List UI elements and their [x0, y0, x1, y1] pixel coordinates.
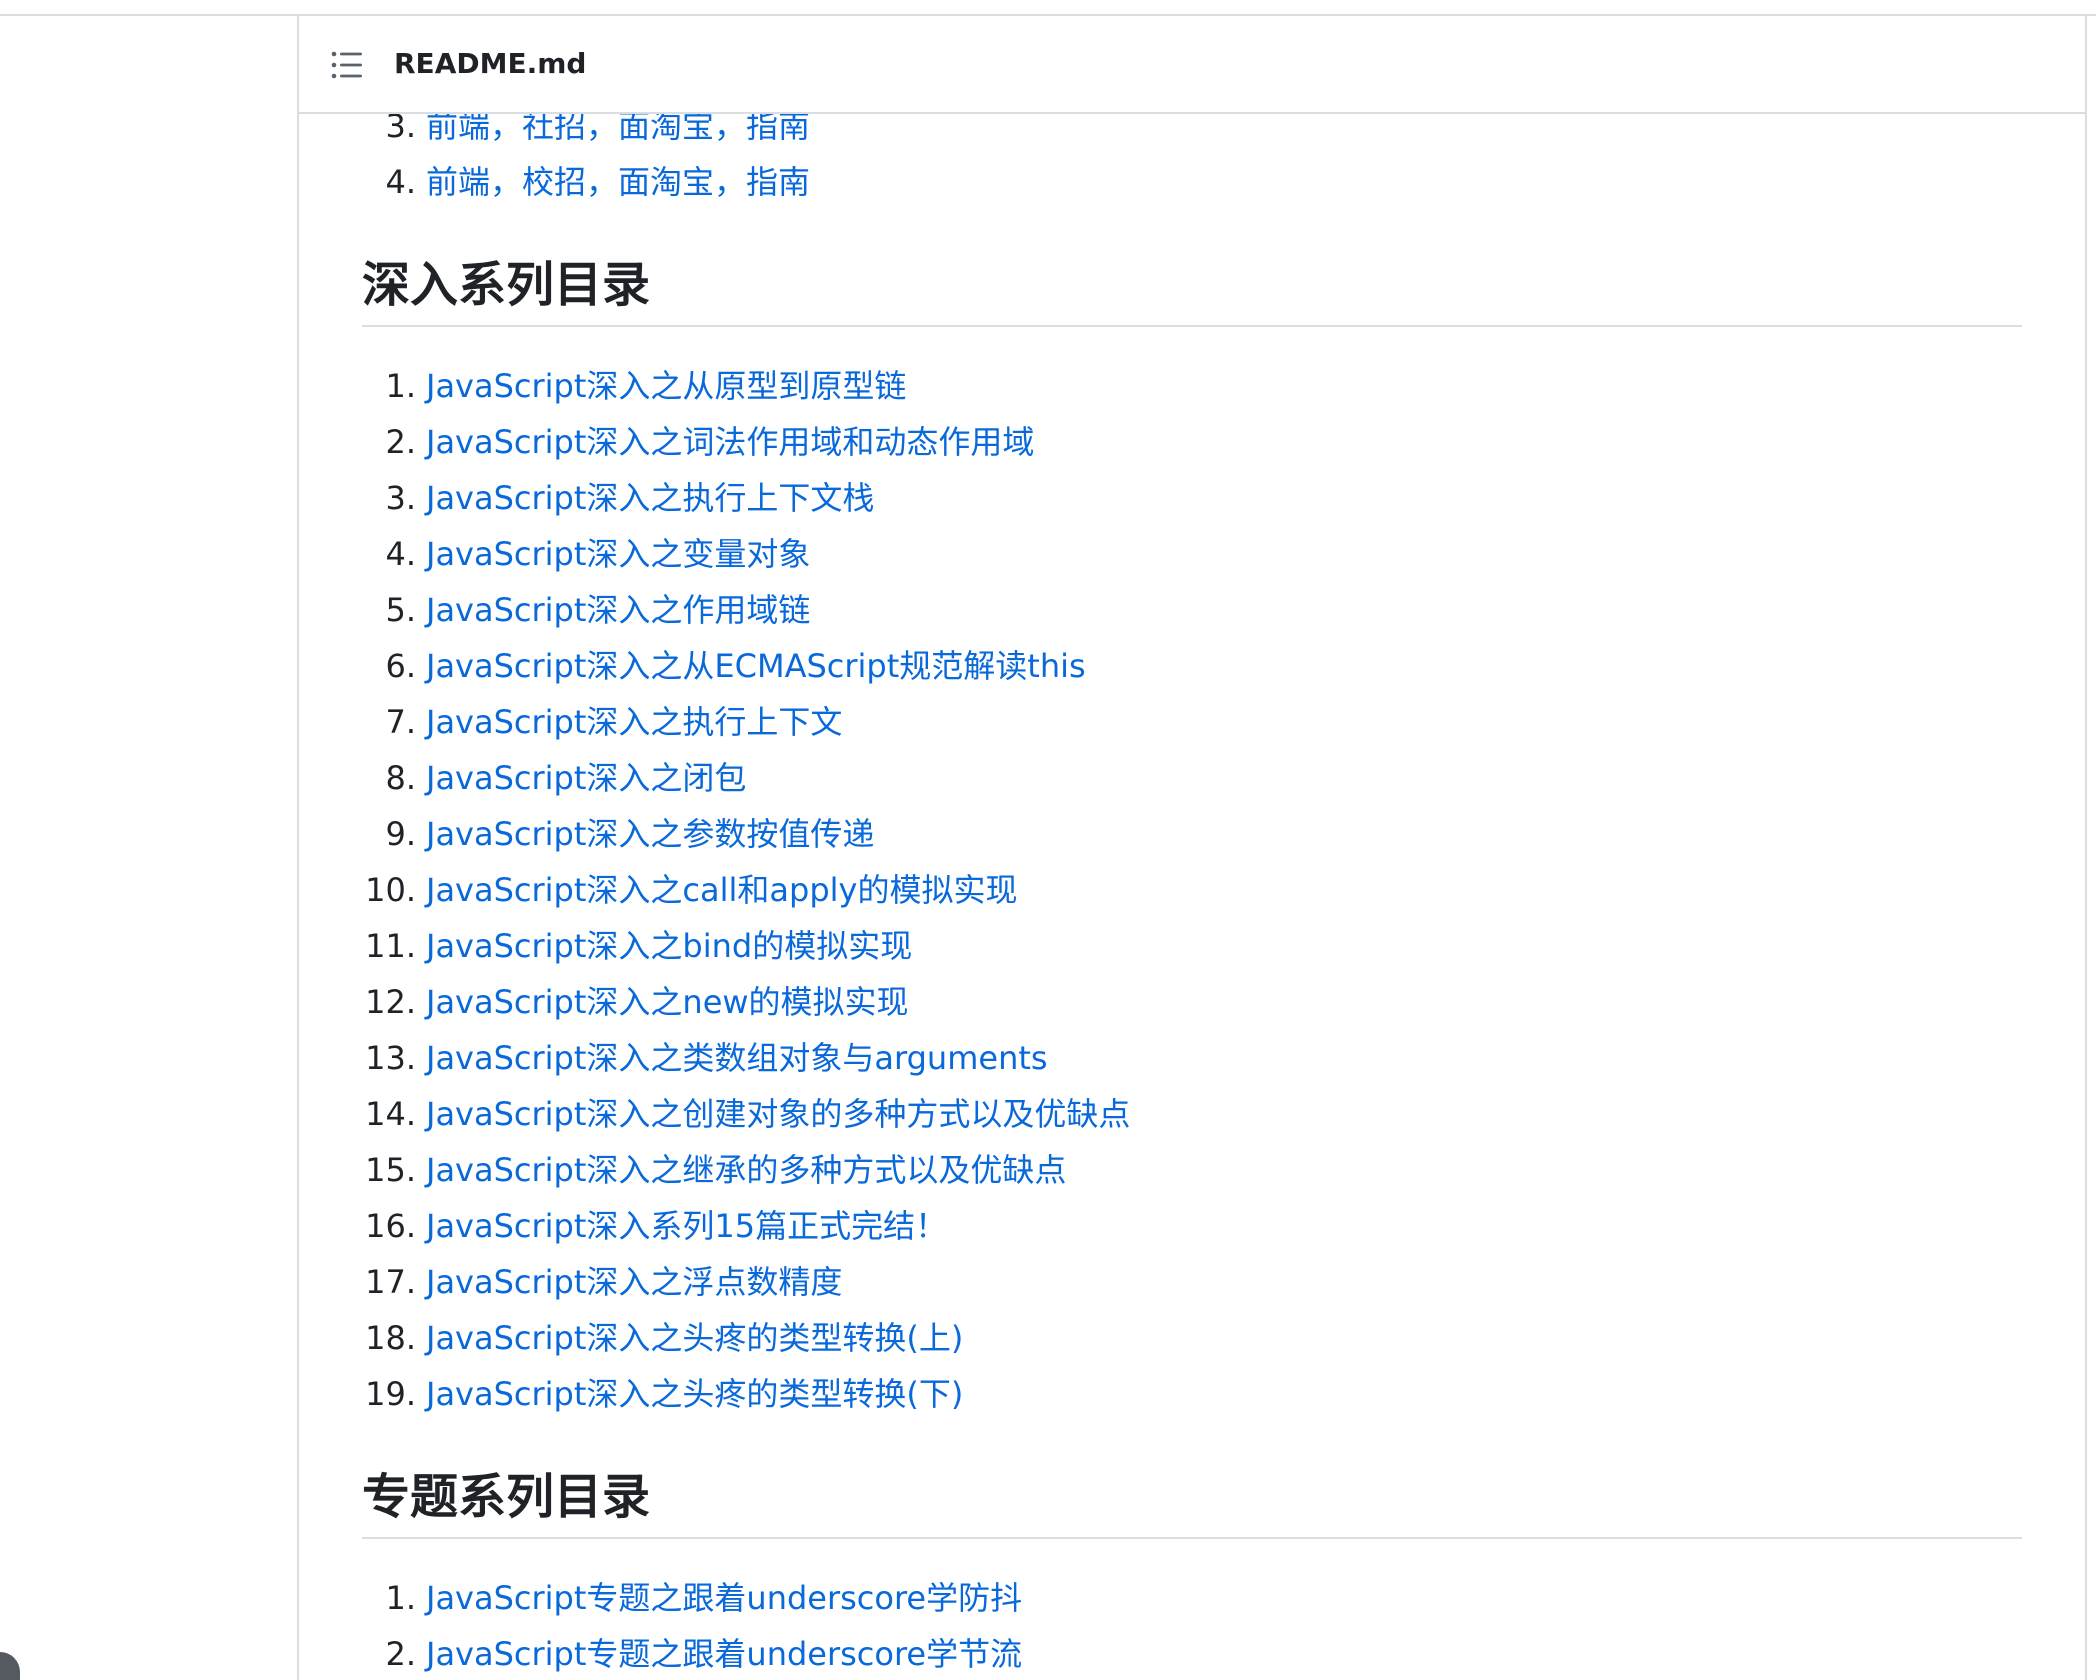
article-link[interactable]: JavaScript深入之变量对象 — [426, 529, 810, 579]
article-link[interactable]: JavaScript深入之bind的模拟实现 — [426, 921, 912, 971]
list-number: 14. — [365, 1095, 416, 1133]
article-link[interactable]: JavaScript深入之头疼的类型转换(上) — [426, 1313, 963, 1363]
article-link[interactable]: JavaScript深入之从原型到原型链 — [426, 361, 906, 411]
section-heading: 深入系列目录 — [362, 257, 651, 313]
list-number: 2. — [385, 1635, 416, 1673]
list-number: 15. — [365, 1151, 416, 1189]
section-divider — [362, 1537, 2022, 1539]
article-link[interactable]: JavaScript深入之执行上下文 — [426, 697, 842, 747]
article-link[interactable]: JavaScript深入之闭包 — [426, 753, 746, 803]
article-link[interactable]: JavaScript深入之执行上下文栈 — [426, 473, 874, 523]
article-link[interactable]: JavaScript深入系列15篇正式完结！ — [426, 1201, 947, 1251]
article-link[interactable]: JavaScript深入之头疼的类型转换(下) — [426, 1369, 963, 1419]
list-number: 3. — [385, 479, 416, 517]
article-link[interactable]: JavaScript专题之跟着underscore学防抖 — [426, 1573, 1022, 1623]
article-link[interactable]: JavaScript深入之创建对象的多种方式以及优缺点 — [426, 1089, 1130, 1139]
intro-link[interactable]: 前端，校招，面淘宝，指南 — [426, 157, 810, 207]
list-number: 12. — [365, 983, 416, 1021]
right-border — [2085, 16, 2087, 1680]
list-number: 1. — [385, 367, 416, 405]
file-name: README.md — [394, 47, 587, 80]
article-link[interactable]: JavaScript深入之词法作用域和动态作用域 — [426, 417, 1034, 467]
list-number: 6. — [385, 647, 416, 685]
article-link[interactable]: JavaScript深入之继承的多种方式以及优缺点 — [426, 1145, 1066, 1195]
article-link[interactable]: JavaScript深入之作用域链 — [426, 585, 810, 635]
section-heading: 专题系列目录 — [362, 1469, 651, 1525]
article-link[interactable]: JavaScript深入之new的模拟实现 — [426, 977, 909, 1027]
list-number: 2. — [385, 423, 416, 461]
window-corner — [0, 1652, 20, 1680]
section-divider — [362, 325, 2022, 327]
article-link[interactable]: JavaScript深入之从ECMAScript规范解读this — [426, 641, 1086, 691]
readme-content: 3. 前端，社招，面淘宝，指南 4. 前端，校招，面淘宝，指南 深入系列目录 1… — [299, 0, 2085, 1680]
list-number: 13. — [365, 1039, 416, 1077]
list-number: 18. — [365, 1319, 416, 1357]
list-number: 4. — [385, 535, 416, 573]
article-link[interactable]: JavaScript深入之浮点数精度 — [426, 1257, 842, 1307]
list-number: 8. — [385, 759, 416, 797]
list-outline-icon[interactable] — [330, 50, 364, 80]
list-number: 16. — [365, 1207, 416, 1245]
list-number: 1. — [385, 1579, 416, 1617]
article-link[interactable]: JavaScript深入之参数按值传递 — [426, 809, 874, 859]
list-number: 4. — [385, 163, 416, 201]
list-number: 19. — [365, 1375, 416, 1413]
article-link[interactable]: JavaScript深入之类数组对象与arguments — [426, 1033, 1048, 1083]
readme-viewer: README.md 3. 前端，社招，面淘宝，指南 4. 前端，校招，面淘宝，指… — [0, 0, 2096, 1680]
list-number: 7. — [385, 703, 416, 741]
list-number: 10. — [365, 871, 416, 909]
list-number: 17. — [365, 1263, 416, 1301]
list-number: 5. — [385, 591, 416, 629]
list-number: 9. — [385, 815, 416, 853]
article-link[interactable]: JavaScript专题之跟着underscore学节流 — [426, 1629, 1022, 1679]
article-link[interactable]: JavaScript深入之call和apply的模拟实现 — [426, 865, 1017, 915]
list-number: 11. — [365, 927, 416, 965]
